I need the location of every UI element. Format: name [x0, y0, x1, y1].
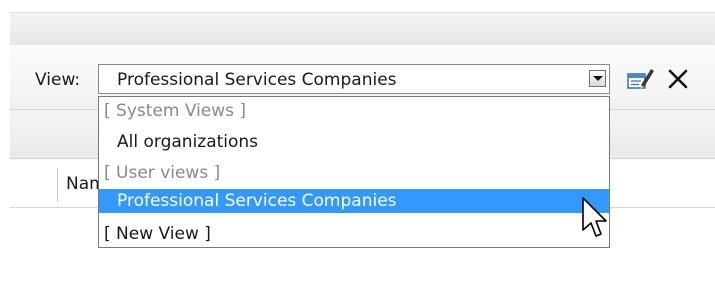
option-new-view[interactable]: [ New View ]: [99, 222, 609, 246]
view-dropdown-list: [ System Views ] All organizations [ Use…: [98, 96, 610, 248]
column-divider[interactable]: [57, 168, 58, 202]
view-selector[interactable]: Professional Services Companies: [98, 64, 610, 94]
option-user-views-header: [ User views ]: [104, 163, 221, 183]
option-all-organizations[interactable]: All organizations: [99, 130, 609, 154]
view-selector-value: Professional Services Companies: [117, 70, 397, 90]
top-header-band: [10, 12, 715, 47]
edit-view-icon[interactable]: [627, 66, 655, 92]
option-system-views-header: [ System Views ]: [104, 101, 247, 121]
view-label: View:: [35, 70, 81, 90]
option-professional-services-companies[interactable]: Professional Services Companies: [99, 189, 609, 213]
mouse-pointer-icon: [582, 197, 607, 237]
dropdown-arrow-icon[interactable]: [589, 70, 606, 87]
delete-view-icon[interactable]: [665, 66, 691, 92]
